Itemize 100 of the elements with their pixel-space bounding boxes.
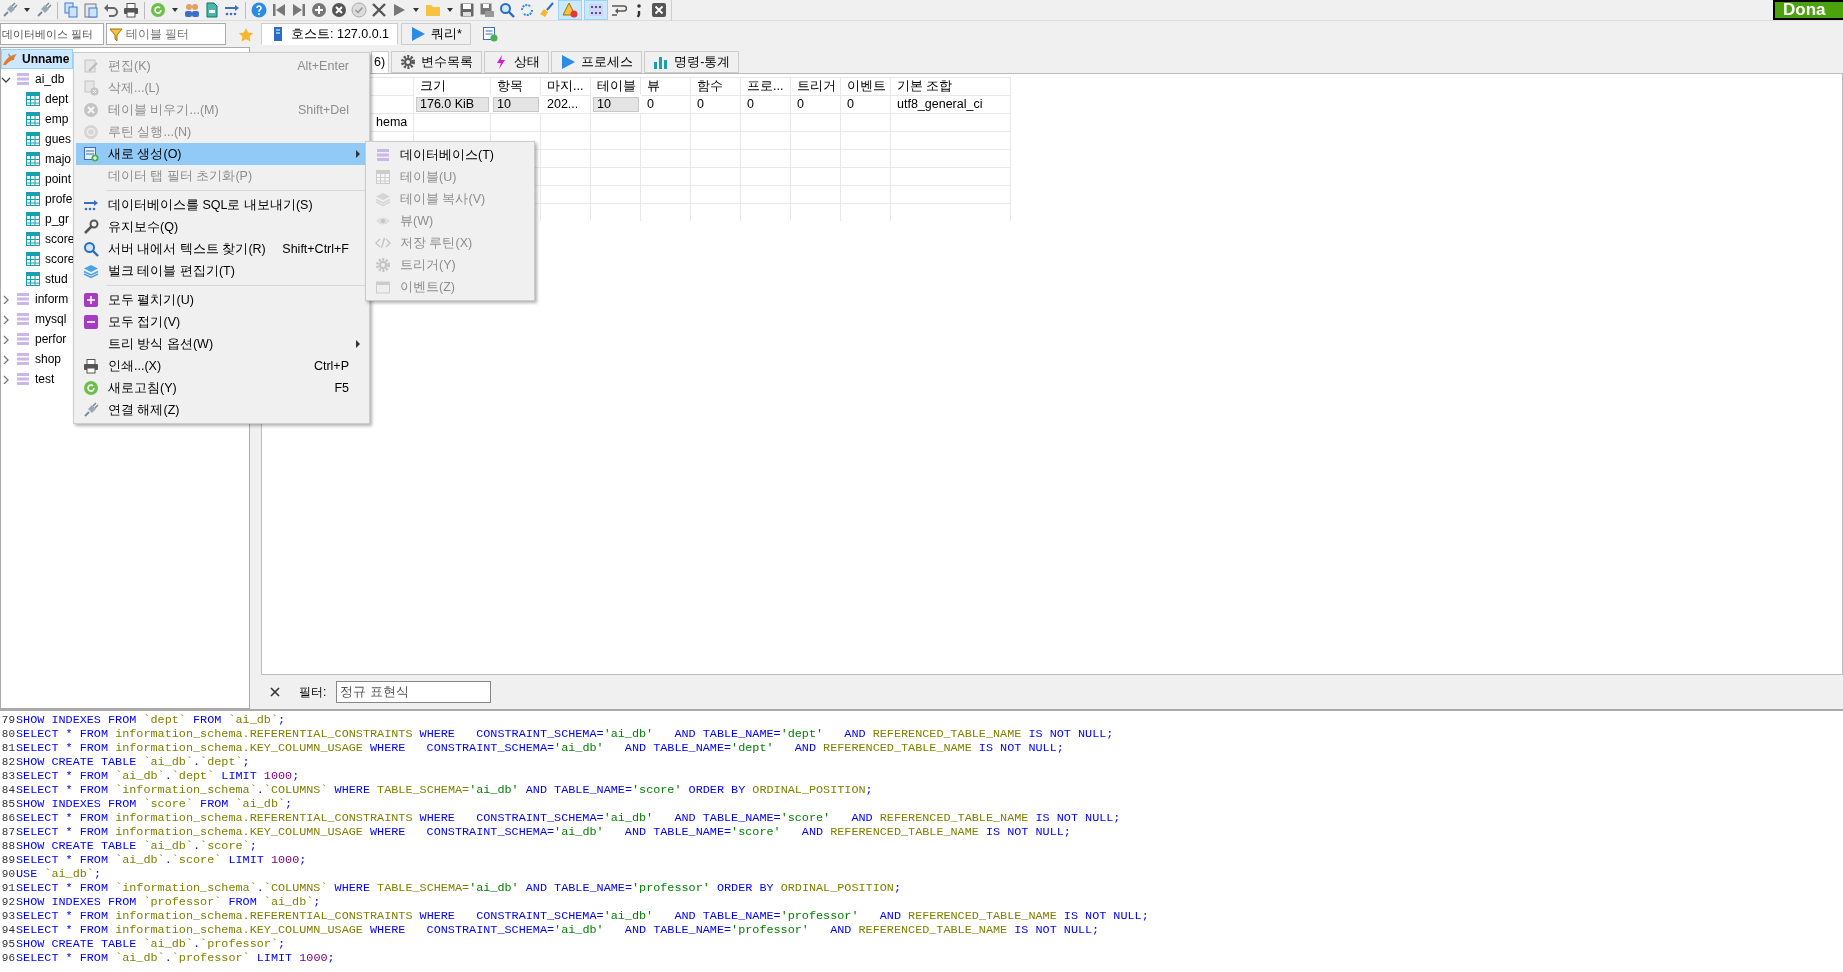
- tree-item[interactable]: test: [35, 370, 55, 388]
- menu-item[interactable]: 인쇄...(X) Ctrl+P: [76, 355, 367, 377]
- menu-item[interactable]: 데이터베이스를 SQL로 내보내기(S): [76, 194, 367, 216]
- menu-item[interactable]: 새로고침(Y) F5: [76, 377, 367, 399]
- tree-item[interactable]: shop: [35, 350, 62, 368]
- table-cell-text: 0: [796, 95, 805, 113]
- tab[interactable]: 변수목록: [391, 51, 483, 73]
- paste-icon[interactable]: [83, 2, 99, 18]
- tab[interactable]: 상태: [484, 51, 550, 73]
- export-icon[interactable]: [224, 2, 240, 18]
- star-icon[interactable]: [238, 26, 254, 43]
- column-header[interactable]: 트리거: [797, 76, 836, 96]
- line-number: 96: [0, 951, 16, 965]
- tree-item[interactable]: score: [45, 250, 75, 268]
- column-header[interactable]: 마지...: [547, 76, 584, 96]
- chevron-icon[interactable]: [1, 334, 11, 344]
- close-icon[interactable]: [371, 2, 387, 18]
- column-header[interactable]: 뷰: [647, 76, 660, 96]
- database-icon: [15, 331, 31, 347]
- column-header[interactable]: 항목: [497, 76, 523, 96]
- chevron-icon[interactable]: [1, 354, 11, 364]
- line-number: 95: [0, 937, 16, 951]
- tab[interactable]: 프로세스: [551, 51, 643, 73]
- line-number: 80: [0, 727, 16, 741]
- close-icon[interactable]: [269, 686, 281, 698]
- column-header[interactable]: 이벤트: [847, 76, 886, 96]
- help-icon[interactable]: [251, 2, 267, 18]
- line-number: 83: [0, 769, 16, 783]
- tree-item[interactable]: mysql: [35, 310, 67, 328]
- clear-icon: [83, 102, 99, 118]
- chevron-icon[interactable]: [1, 314, 11, 324]
- tree-item[interactable]: score: [45, 230, 75, 248]
- tree-item[interactable]: profe: [45, 190, 73, 208]
- column-header[interactable]: 크기: [420, 76, 446, 96]
- tree-item[interactable]: point: [45, 170, 72, 188]
- database-filter-field[interactable]: 데이터베이스 필터: [0, 23, 104, 45]
- tree-item[interactable]: emp: [45, 110, 69, 128]
- line-number: 87: [0, 825, 16, 839]
- cancel-icon[interactable]: [331, 2, 347, 18]
- log-line: SELECT * FROM `information_schema`.`COLUMNS` WHERE TABLE_SCHEMA='ai_db' AND TABLE_NAME='score' ORDER BY ORDINAL_POSITION;: [16, 783, 873, 797]
- funnel-icon: [109, 27, 123, 43]
- menu-item[interactable]: 연결 해제(Z): [76, 399, 367, 421]
- tree-item[interactable]: p_gr: [45, 210, 70, 228]
- printer-icon: [83, 358, 99, 374]
- table-filter-field[interactable]: 테이블 필터: [106, 23, 226, 45]
- layers-icon: [83, 263, 99, 279]
- tree-item[interactable]: dept: [45, 90, 69, 108]
- printer-icon[interactable]: [123, 2, 139, 18]
- chevron-icon[interactable]: [1, 374, 11, 384]
- column-header[interactable]: 테이블: [597, 76, 636, 96]
- tree-item[interactable]: ai_db: [35, 70, 65, 88]
- tree-item[interactable]: stud: [45, 270, 68, 288]
- add-icon[interactable]: [311, 2, 327, 18]
- tree-item[interactable]: perfor: [35, 330, 67, 348]
- tab[interactable]: 쿼리*: [401, 23, 471, 45]
- search-icon[interactable]: [499, 2, 515, 18]
- log-line: SELECT * FROM `information_schema`.`COLUMNS` WHERE TABLE_SCHEMA='ai_db' AND TABLE_NAME='professor' ORDER BY ORDINAL_POSITION;: [16, 881, 901, 895]
- line-number: 91: [0, 881, 16, 895]
- selected-row[interactable]: Unname: [1, 49, 73, 69]
- tree-item[interactable]: majo: [45, 150, 71, 168]
- check-icon[interactable]: [351, 2, 367, 18]
- menu-item[interactable]: 벌크 테이블 편집기(T): [76, 260, 367, 282]
- tree-item[interactable]: gues: [45, 130, 72, 148]
- menu-item[interactable]: 데이터베이스(T): [368, 144, 532, 166]
- database-icon: [15, 291, 31, 307]
- play-icon: [410, 26, 427, 42]
- close-icon[interactable]: [651, 2, 667, 18]
- column-header[interactable]: 프로...: [747, 76, 784, 96]
- line-number: 85: [0, 797, 16, 811]
- menu-item[interactable]: 유지보수(Q): [76, 216, 367, 238]
- tree-item[interactable]: Unname: [22, 50, 70, 68]
- gear-icon: [375, 257, 391, 273]
- replace-icon[interactable]: [519, 2, 535, 18]
- menu-item[interactable]: 새로 생성(O): [76, 143, 367, 165]
- undo-icon[interactable]: [103, 2, 119, 18]
- last-icon[interactable]: [291, 2, 307, 18]
- column-header[interactable]: 함수: [697, 76, 723, 96]
- first-icon[interactable]: [271, 2, 287, 18]
- tab[interactable]: 명령-통계: [644, 51, 740, 73]
- save-icon[interactable]: [479, 2, 495, 18]
- database-icon: [15, 371, 31, 387]
- filter-field[interactable]: 정규 표현식: [336, 681, 492, 703]
- collapse-all-icon: [83, 314, 99, 330]
- users-icon[interactable]: [184, 2, 200, 18]
- chevron-icon[interactable]: [1, 294, 11, 304]
- play-icon[interactable]: [391, 2, 407, 18]
- tab[interactable]: 6): [371, 51, 390, 73]
- document-icon[interactable]: [204, 2, 220, 18]
- copy-icon[interactable]: [63, 2, 79, 18]
- menu-item[interactable]: 서버 내에서 텍스트 찾기(R) Shift+Ctrl+F: [76, 238, 367, 260]
- column-header[interactable]: 기본 조합: [897, 76, 953, 96]
- tab[interactable]: 호스트: 127.0.0.1: [261, 23, 399, 45]
- broom-icon[interactable]: [539, 2, 555, 18]
- save-icon[interactable]: [459, 2, 475, 18]
- wrap-icon[interactable]: [611, 2, 627, 18]
- menu-item[interactable]: 모두 펼치기(U): [76, 289, 367, 311]
- menu-item[interactable]: 트리 방식 옵션(W): [76, 333, 367, 355]
- new-tab-icon[interactable]: [481, 25, 498, 42]
- menu-item[interactable]: 모두 접기(V): [76, 311, 367, 333]
- tree-item[interactable]: inform: [35, 290, 69, 308]
